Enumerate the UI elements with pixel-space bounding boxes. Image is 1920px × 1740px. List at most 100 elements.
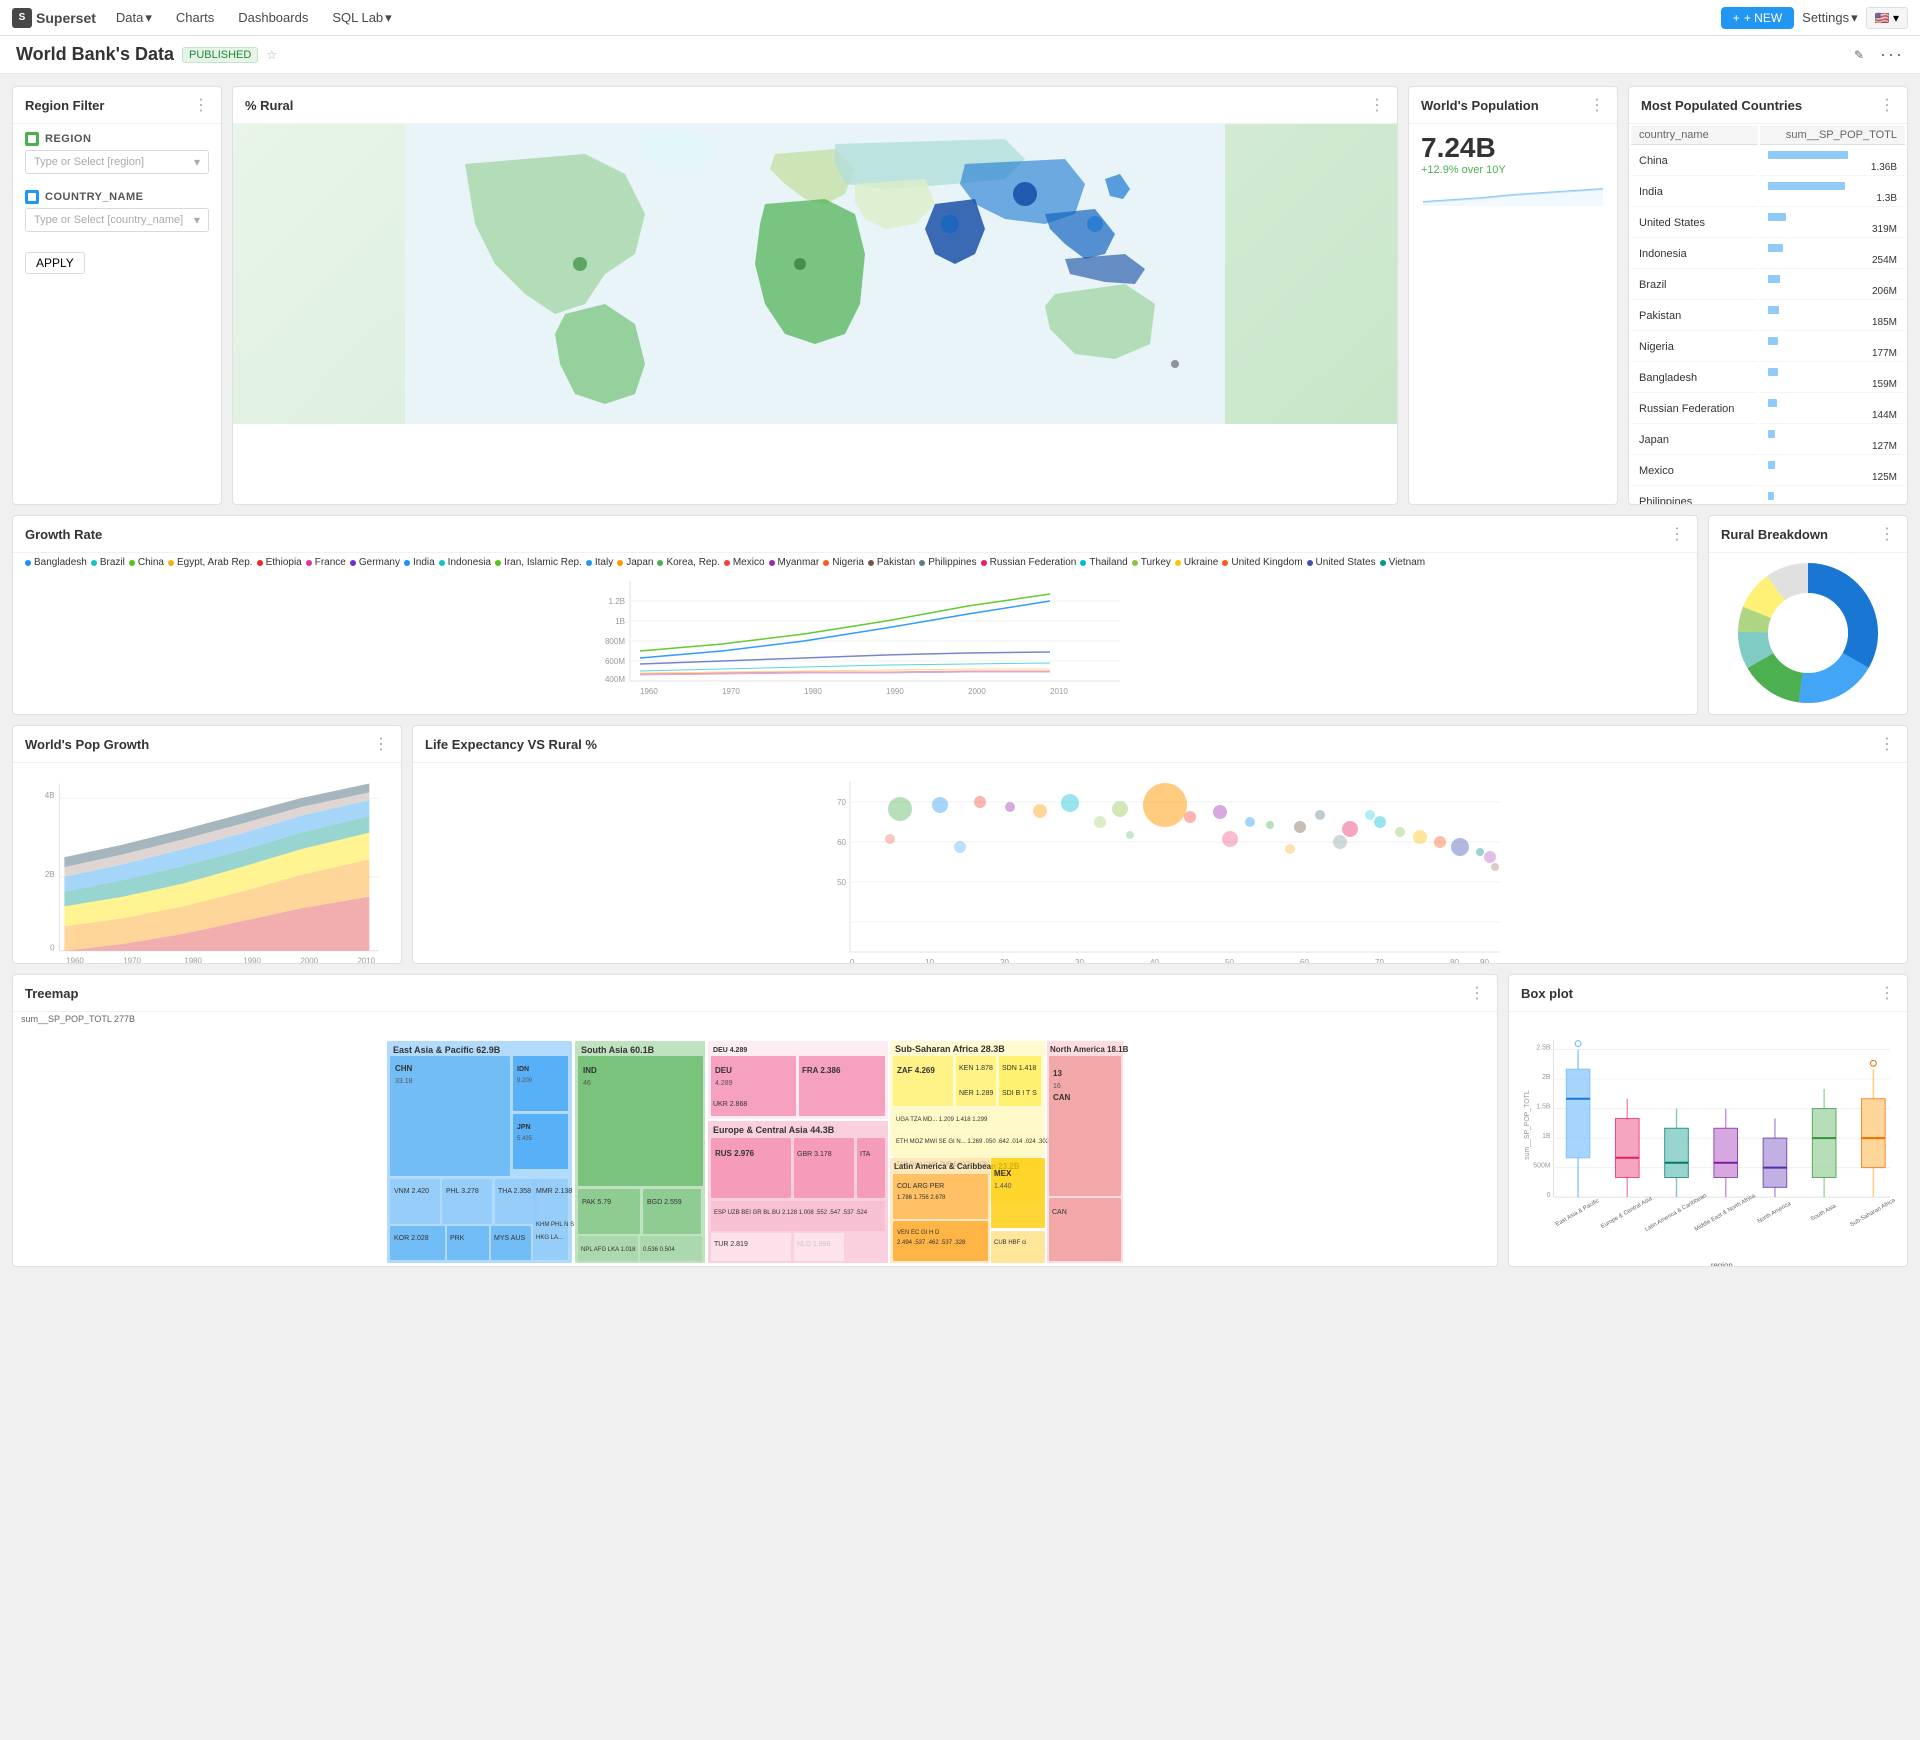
- svg-text:Europe & Central Asia 44.3B: Europe & Central Asia 44.3B: [713, 1125, 835, 1135]
- legend-dot-icon: [1307, 560, 1313, 566]
- svg-text:1960: 1960: [640, 687, 658, 696]
- svg-text:South Asia: South Asia: [1810, 1203, 1838, 1223]
- legend-label: India: [413, 557, 435, 568]
- plus-icon: +: [1733, 11, 1740, 25]
- region-select[interactable]: Type or Select [region] ▾: [25, 150, 209, 174]
- svg-text:Sub-Saharan Africa 28.3B: Sub-Saharan Africa 28.3B: [895, 1044, 1005, 1054]
- svg-text:NPL AFG LKA 1.018: NPL AFG LKA 1.018: [581, 1247, 636, 1253]
- svg-text:CUB HBF ci: CUB HBF ci: [994, 1240, 1026, 1246]
- svg-text:400M: 400M: [605, 675, 625, 684]
- svg-text:70: 70: [1375, 958, 1384, 964]
- svg-text:PAK 5.79: PAK 5.79: [582, 1199, 611, 1206]
- legend-item: Italy: [586, 557, 613, 568]
- nav-charts[interactable]: Charts: [172, 10, 218, 25]
- legend-item: Germany: [350, 557, 400, 568]
- svg-text:VNM 2.420: VNM 2.420: [394, 1188, 429, 1195]
- pop-cell: 185M: [1760, 302, 1905, 331]
- svg-text:10: 10: [925, 958, 934, 964]
- legend-dot-icon: [306, 560, 312, 566]
- life-exp-title: Life Expectancy VS Rural %: [425, 737, 597, 752]
- svg-text:2010: 2010: [358, 956, 376, 964]
- legend-dot-icon: [586, 560, 592, 566]
- rural-menu[interactable]: ⋮: [1879, 524, 1895, 544]
- growth-chart-svg: 1.2B 1B 800M 600M 400M 1960 1970 1980 19…: [25, 576, 1685, 706]
- svg-text:4.289: 4.289: [715, 1080, 733, 1087]
- pop-cell: 319M: [1760, 209, 1905, 238]
- svg-text:PRK: PRK: [450, 1235, 465, 1242]
- pop-growth-menu[interactable]: ⋮: [373, 734, 389, 754]
- box-chart: sum__SP_POP_TOTL 2.5B 2B 1.5B 1B 500M 0: [1509, 1012, 1907, 1252]
- country-cell: Nigeria: [1631, 333, 1758, 362]
- nav-data[interactable]: Data ▾: [112, 10, 156, 26]
- legend-dot-icon: [439, 560, 445, 566]
- legend-dot-icon: [724, 560, 730, 566]
- region-label-row: REGION: [25, 132, 209, 146]
- box-plot-panel: Box plot ⋮ sum__SP_POP_TOTL 2.5B 2B 1.5B…: [1508, 974, 1908, 1267]
- settings-menu[interactable]: Settings ▾: [1802, 10, 1858, 26]
- pop-cell: 125M: [1760, 457, 1905, 486]
- svg-text:1990: 1990: [886, 687, 904, 696]
- row-2: Growth Rate ⋮ BangladeshBrazilChinaEgypt…: [12, 515, 1908, 715]
- svg-text:2B: 2B: [45, 870, 55, 879]
- treemap-menu[interactable]: ⋮: [1469, 983, 1485, 1003]
- life-exp-menu[interactable]: ⋮: [1879, 734, 1895, 754]
- svg-text:Sub-Saharan Africa: Sub-Saharan Africa: [1849, 1197, 1895, 1228]
- country-cell: Bangladesh: [1631, 364, 1758, 393]
- country-section: COUNTRY_NAME Type or Select [country_nam…: [13, 182, 221, 240]
- most-pop-table-container[interactable]: country_name sum__SP_POP_TOTL China1.36B…: [1629, 124, 1907, 504]
- legend-label: United States: [1316, 557, 1376, 568]
- pencil-icon[interactable]: ✎: [1854, 48, 1864, 62]
- region-filter-menu[interactable]: ⋮: [193, 95, 209, 115]
- map-header: % Rural ⋮: [233, 87, 1397, 124]
- svg-text:SDI B I T S: SDI B I T S: [1002, 1090, 1037, 1097]
- svg-text:KOR 2.028: KOR 2.028: [394, 1235, 429, 1242]
- language-button[interactable]: 🇺🇸 ▾: [1866, 7, 1908, 29]
- svg-text:1B: 1B: [1542, 1133, 1551, 1140]
- legend-item: Russian Federation: [981, 557, 1077, 568]
- country-label: COUNTRY_NAME: [45, 191, 144, 203]
- legend-item: France: [306, 557, 346, 568]
- svg-text:1990: 1990: [243, 956, 261, 964]
- nav-dashboards[interactable]: Dashboards: [234, 10, 312, 25]
- nav-sqllab[interactable]: SQL Lab ▾: [328, 10, 395, 26]
- world-pop-menu[interactable]: ⋮: [1589, 95, 1605, 115]
- svg-text:40: 40: [1150, 958, 1159, 964]
- svg-text:0: 0: [850, 958, 855, 964]
- logo[interactable]: S Superset: [12, 8, 96, 28]
- table-row: Bangladesh159M: [1631, 364, 1905, 393]
- legend-label: Indonesia: [448, 557, 491, 568]
- more-icon[interactable]: ···: [1880, 44, 1904, 65]
- box-plot-header: Box plot ⋮: [1509, 975, 1907, 1012]
- apply-button[interactable]: APPLY: [25, 252, 85, 274]
- map-menu[interactable]: ⋮: [1369, 95, 1385, 115]
- legend-dot-icon: [769, 560, 775, 566]
- svg-text:1960: 1960: [66, 956, 84, 964]
- svg-text:2000: 2000: [968, 687, 986, 696]
- legend-dot-icon: [1080, 560, 1086, 566]
- svg-text:600M: 600M: [605, 657, 625, 666]
- country-filter-icon: [25, 190, 39, 204]
- star-icon[interactable]: ☆: [266, 48, 277, 62]
- svg-text:1980: 1980: [184, 956, 202, 964]
- box-plot-menu[interactable]: ⋮: [1879, 983, 1895, 1003]
- growth-menu[interactable]: ⋮: [1669, 524, 1685, 544]
- legend-dot-icon: [868, 560, 874, 566]
- region-label: REGION: [45, 133, 91, 145]
- svg-text:1.2B: 1.2B: [609, 597, 625, 606]
- pop-cell: 99.1M: [1760, 488, 1905, 504]
- legend-item: Philippines: [919, 557, 976, 568]
- svg-text:1.5B: 1.5B: [1536, 1104, 1551, 1111]
- most-pop-menu[interactable]: ⋮: [1879, 95, 1895, 115]
- legend-dot-icon: [495, 560, 501, 566]
- area-chart: 4B 2B 0 1960 1970 1980 1990 2000 2010: [13, 763, 401, 963]
- new-button[interactable]: + + NEW: [1721, 7, 1794, 29]
- legend-item: Nigeria: [823, 557, 864, 568]
- svg-text:CAN: CAN: [1052, 1209, 1067, 1216]
- country-placeholder: Type or Select [country_name]: [34, 214, 183, 226]
- legend-dot-icon: [404, 560, 410, 566]
- legend-label: Italy: [595, 557, 613, 568]
- legend-dot-icon: [823, 560, 829, 566]
- legend-dot-icon: [617, 560, 623, 566]
- country-select[interactable]: Type or Select [country_name] ▾: [25, 208, 209, 232]
- treemap-title: Treemap: [25, 986, 78, 1001]
